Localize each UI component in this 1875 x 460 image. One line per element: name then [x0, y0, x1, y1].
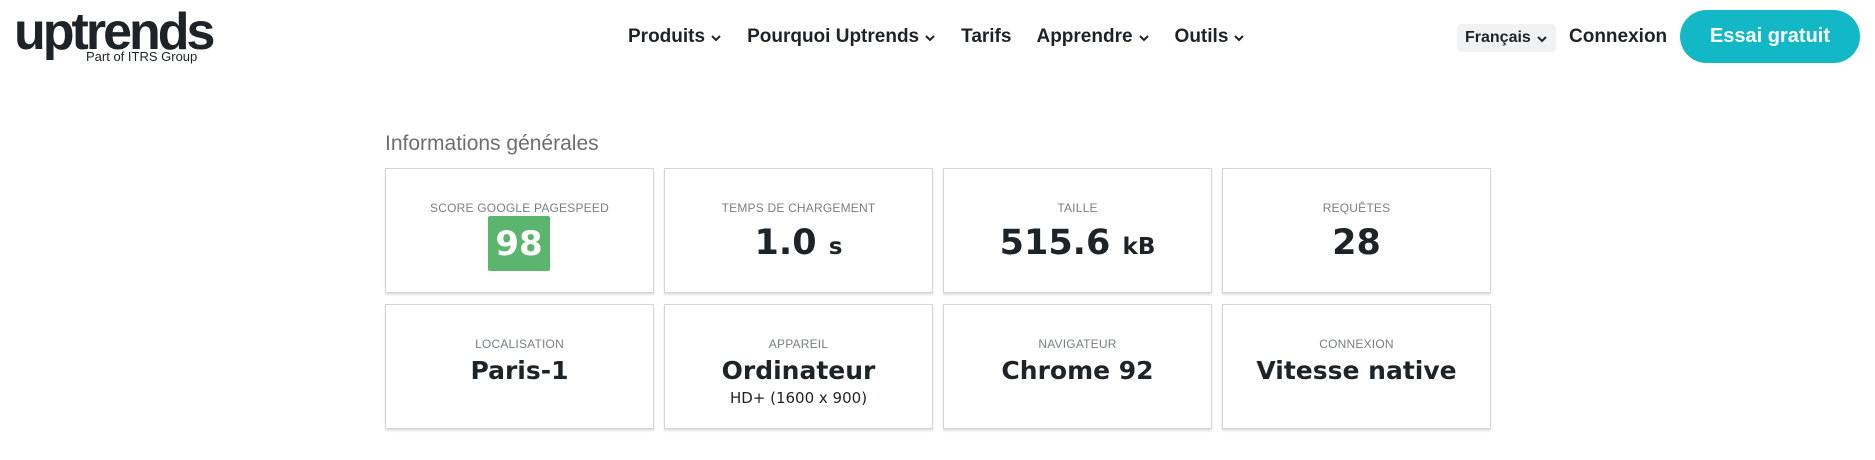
load-time-unit: s — [828, 234, 843, 260]
nav-item-produits[interactable]: Produits — [628, 26, 722, 48]
logo-tagline: Part of ITRS Group — [86, 49, 198, 64]
card-requests: Requêtes 28 — [1222, 168, 1491, 293]
language-label: Français — [1465, 29, 1531, 46]
load-time-value: 1.0 — [754, 223, 817, 263]
location-value: Paris-1 — [470, 356, 569, 385]
card-load-time: Temps de chargement 1.0 s — [664, 168, 933, 293]
chevron-down-icon — [1138, 32, 1150, 44]
card-value: 1.0 s — [665, 221, 932, 269]
nav-item-label: Tarifs — [961, 26, 1012, 47]
card-value: 515.6 kB — [944, 221, 1211, 269]
card-label: Navigateur — [1038, 337, 1117, 351]
card-location: Localisation Paris-1 — [385, 304, 654, 429]
uptrends-logo[interactable]: uptrends Part of ITRS Group — [14, 6, 215, 66]
language-selector[interactable]: Français — [1457, 24, 1556, 52]
card-size: Taille 515.6 kB — [943, 168, 1212, 293]
card-label: Appareil — [768, 337, 829, 351]
chevron-down-icon — [1536, 33, 1548, 45]
device-value: Ordinateur — [721, 356, 876, 385]
card-label: Score Google PageSpeed — [430, 201, 609, 215]
site-header: uptrends Part of ITRS Group Produits Pou… — [0, 0, 1875, 74]
browser-value: Chrome 92 — [1001, 356, 1154, 385]
card-pagespeed-score: Score Google PageSpeed 98 — [385, 168, 654, 293]
card-label: Taille — [1057, 201, 1098, 215]
chevron-down-icon — [924, 32, 936, 44]
nav-item-label: Produits — [628, 26, 706, 47]
nav-item-apprendre[interactable]: Apprendre — [1036, 26, 1149, 48]
nav-item-pourquoi-uptrends[interactable]: Pourquoi Uptrends — [747, 26, 936, 48]
card-label: Temps de chargement — [721, 201, 876, 215]
size-unit: kB — [1122, 234, 1156, 260]
section-title: Informations générales — [385, 132, 599, 155]
card-label: Localisation — [475, 337, 564, 351]
nav-item-label: Apprendre — [1036, 26, 1133, 47]
chevron-down-icon — [1233, 32, 1245, 44]
card-label: Requêtes — [1322, 201, 1391, 215]
score-badge: 98 — [488, 216, 550, 271]
connection-value: Vitesse native — [1256, 356, 1457, 385]
free-trial-button[interactable]: Essai gratuit — [1680, 10, 1860, 63]
device-resolution: HD+ (1600 x 900) — [729, 389, 868, 407]
nav-item-outils[interactable]: Outils — [1175, 26, 1246, 48]
card-browser: Navigateur Chrome 92 — [943, 304, 1212, 429]
nav-item-tarifs[interactable]: Tarifs — [961, 26, 1011, 48]
card-connection: Connexion Vitesse native — [1222, 304, 1491, 429]
nav-item-label: Pourquoi Uptrends — [747, 26, 920, 47]
requests-value: 28 — [1332, 223, 1381, 263]
main-nav: Produits Pourquoi Uptrends Tarifs Appren… — [628, 24, 1270, 50]
card-label: Connexion — [1319, 337, 1394, 351]
login-link[interactable]: Connexion — [1569, 26, 1667, 48]
size-value: 515.6 — [999, 223, 1111, 263]
nav-item-label: Outils — [1174, 26, 1229, 47]
chevron-down-icon — [710, 32, 722, 44]
card-device: Appareil Ordinateur HD+ (1600 x 900) — [664, 304, 933, 429]
